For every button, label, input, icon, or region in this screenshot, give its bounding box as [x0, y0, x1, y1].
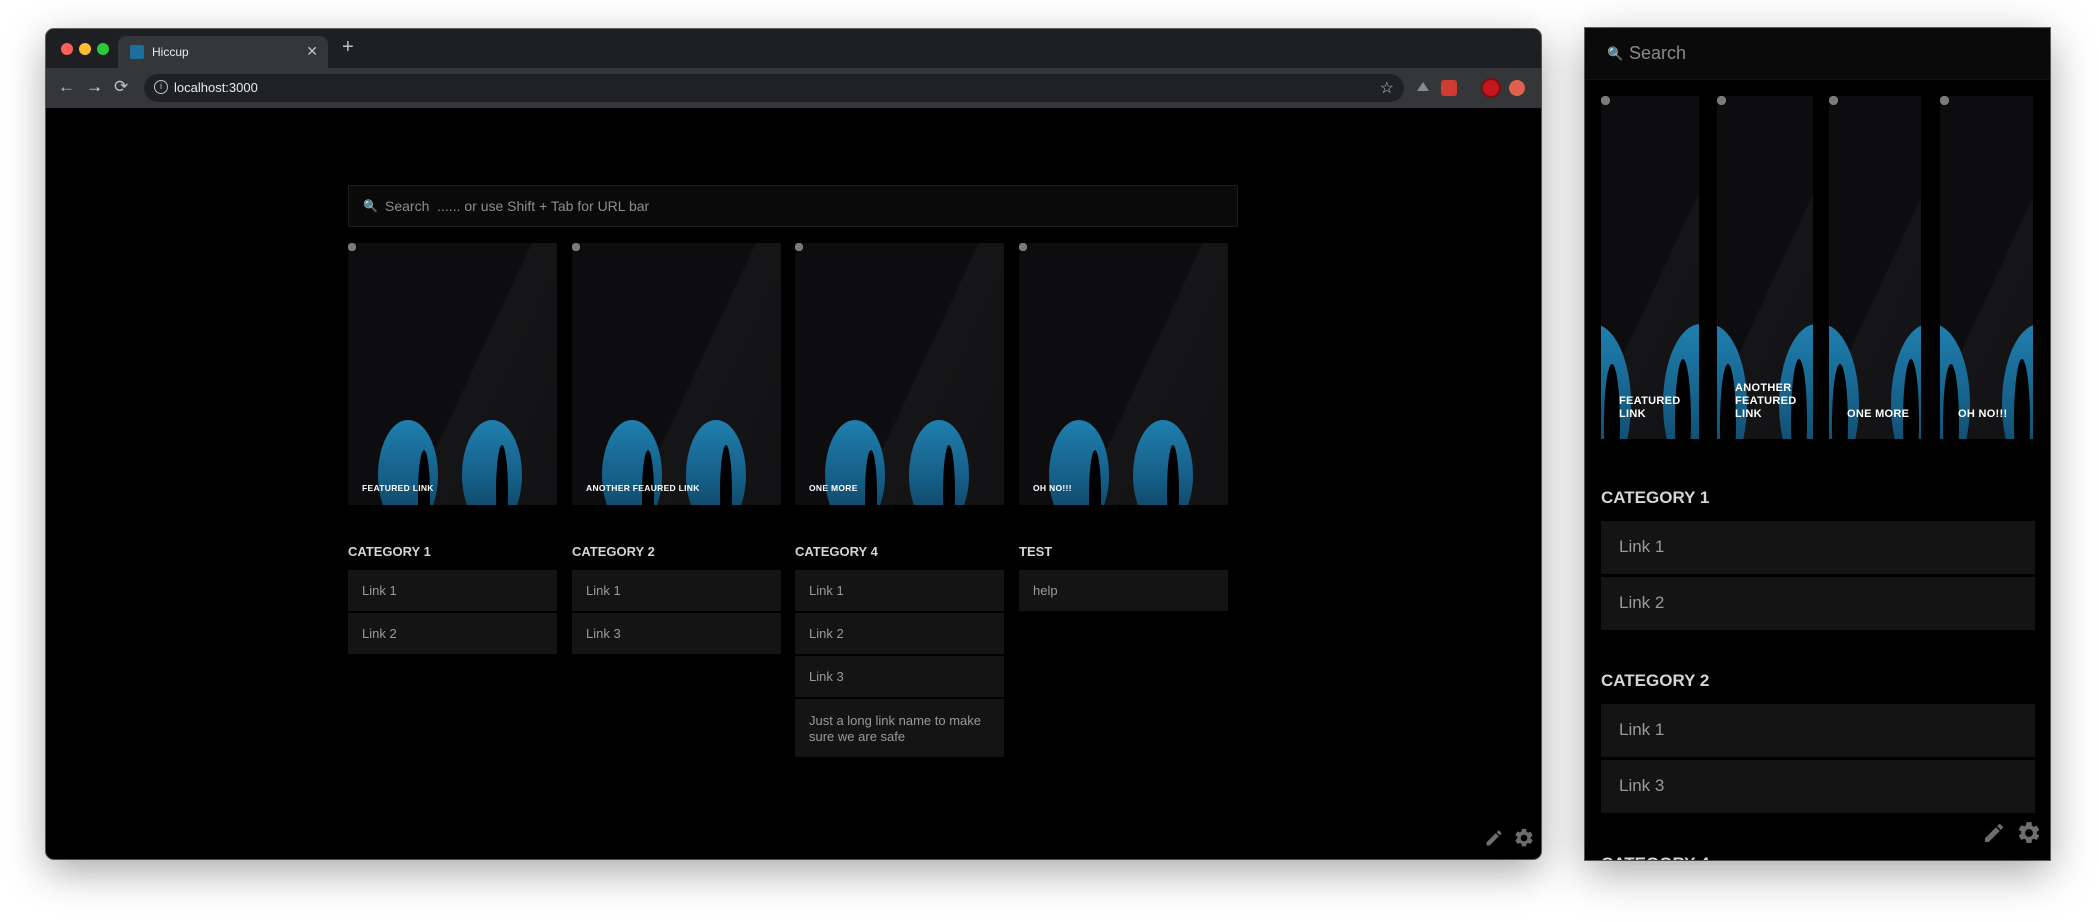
browser-window: Hiccup ✕ + ← → ⟳ i localhost:3000 ☆ 🔍 Se…	[46, 29, 1541, 859]
category-link[interactable]: Link 3	[1601, 760, 2035, 813]
oval-cutout	[642, 450, 654, 505]
category-link[interactable]: Link 1	[1601, 704, 2035, 757]
oval-cutout	[1903, 359, 1919, 439]
oval-cutout	[1832, 364, 1848, 439]
featured-link-card[interactable]: OH NO!!!	[1019, 243, 1228, 505]
oval-cutout	[1720, 364, 1736, 439]
maximize-window-button[interactable]	[97, 43, 109, 55]
featured-link-label: ONE MORE	[809, 483, 858, 493]
category-link[interactable]: Just a long link name to make sure we ar…	[795, 699, 1004, 757]
extension-triangle-icon[interactable]	[1417, 82, 1429, 91]
featured-link-label: FEATURED LINK	[1619, 395, 1681, 420]
extension-update-icon[interactable]	[1509, 80, 1525, 96]
featured-link-label: FEATURED LINK	[362, 483, 434, 493]
browser-tab[interactable]: Hiccup ✕	[118, 36, 328, 68]
category-link[interactable]: Link 1	[572, 570, 781, 611]
featured-link-label: OH NO!!!	[1033, 483, 1072, 493]
oval-cutout	[418, 450, 430, 505]
category-link[interactable]: Link 2	[348, 613, 557, 654]
new-tab-page: 🔍 Search ...... or use Shift + Tab for U…	[46, 108, 1541, 859]
face-dot	[348, 243, 356, 251]
face-dot	[795, 243, 803, 251]
category-title: CATEGORY 2	[1601, 671, 1710, 690]
featured-link-card[interactable]: OH NO!!!	[1940, 96, 2033, 439]
category-title: TEST	[1019, 544, 1053, 559]
oval-cutout	[2014, 359, 2030, 439]
category-link[interactable]: Link 1	[348, 570, 557, 611]
featured-link-card[interactable]: ONE MORE	[795, 243, 1004, 505]
face-dot	[1829, 96, 1838, 105]
address-bar[interactable]: i localhost:3000 ☆	[144, 74, 1404, 102]
search-icon: 🔍	[363, 199, 378, 213]
favicon-icon	[130, 45, 144, 59]
face-dot	[1717, 96, 1726, 105]
featured-link-label: ANOTHER FEAURED LINK	[586, 483, 700, 493]
face-dot	[1019, 243, 1027, 251]
oval-cutout	[720, 445, 732, 505]
mobile-view: 🔍 Search FEATURED LINK ANOTHER FEATURED L…	[1585, 28, 2050, 860]
pencil-icon[interactable]	[1982, 821, 2006, 845]
mobile-search-placeholder: Search	[1629, 43, 1687, 63]
category-link[interactable]: Link 1	[1601, 521, 2035, 574]
browser-toolbar: ← → ⟳ i localhost:3000 ☆	[46, 68, 1541, 108]
profile-avatar-icon[interactable]	[1483, 80, 1499, 96]
category-title: CATEGORY 1	[1601, 488, 1710, 507]
back-icon[interactable]: ←	[58, 77, 75, 97]
category-title: CATEGORY 1	[348, 544, 431, 559]
gear-icon[interactable]	[1513, 827, 1535, 849]
mobile-search-input[interactable]: 🔍 Search	[1585, 28, 2050, 80]
category-link[interactable]: Link 2	[1601, 577, 2035, 630]
category-link[interactable]: Link 3	[795, 656, 1004, 697]
new-tab-button[interactable]: +	[342, 37, 354, 57]
tab-strip: Hiccup ✕ +	[46, 29, 1541, 68]
category-title: CATEGORY 4	[795, 544, 878, 559]
featured-link-label: ONE MORE	[1847, 408, 1910, 420]
tab-close-icon[interactable]: ✕	[306, 43, 318, 60]
oval-cutout	[1089, 450, 1101, 505]
minimize-window-button[interactable]	[79, 43, 91, 55]
face-dot	[1601, 96, 1610, 105]
oval-cutout	[1604, 364, 1620, 439]
featured-link-card[interactable]: ANOTHER FEAURED LINK	[572, 243, 781, 505]
reload-icon[interactable]: ⟳	[114, 77, 128, 97]
tab-title: Hiccup	[152, 45, 189, 59]
search-icon: 🔍	[1607, 46, 1624, 61]
face-dot	[572, 243, 580, 251]
forward-icon[interactable]: →	[86, 77, 103, 97]
oval-cutout	[1943, 364, 1959, 439]
category-title: CATEGORY 4	[1601, 854, 1709, 860]
category-link[interactable]: Link 2	[795, 613, 1004, 654]
category-link[interactable]: Link 1	[795, 570, 1004, 611]
bookmark-star-icon[interactable]: ☆	[1380, 78, 1394, 98]
featured-link-label: OH NO!!!	[1958, 408, 2008, 420]
featured-link-card[interactable]: ANOTHER FEATURED LINK	[1717, 96, 1813, 439]
address-url: localhost:3000	[174, 80, 258, 95]
oval-cutout	[496, 445, 508, 505]
featured-link-card[interactable]: FEATURED LINK	[348, 243, 557, 505]
featured-link-card[interactable]: FEATURED LINK	[1601, 96, 1699, 439]
extension-red-icon[interactable]	[1441, 80, 1457, 96]
oval-cutout	[943, 445, 955, 505]
pencil-icon[interactable]	[1484, 828, 1504, 848]
search-input[interactable]: 🔍 Search ...... or use Shift + Tab for U…	[348, 185, 1238, 227]
gear-icon[interactable]	[2016, 820, 2042, 846]
oval-cutout	[865, 450, 877, 505]
category-title: CATEGORY 2	[572, 544, 655, 559]
category-link[interactable]: help	[1019, 570, 1228, 611]
featured-link-label: ANOTHER FEATURED LINK	[1735, 382, 1797, 420]
featured-link-card[interactable]: ONE MORE	[1829, 96, 1921, 439]
face-dot	[1940, 96, 1949, 105]
close-window-button[interactable]	[61, 43, 73, 55]
site-info-icon[interactable]: i	[154, 80, 168, 94]
search-placeholder: Search ...... or use Shift + Tab for URL…	[385, 198, 650, 214]
category-link[interactable]: Link 3	[572, 613, 781, 654]
oval-cutout	[1167, 445, 1179, 505]
